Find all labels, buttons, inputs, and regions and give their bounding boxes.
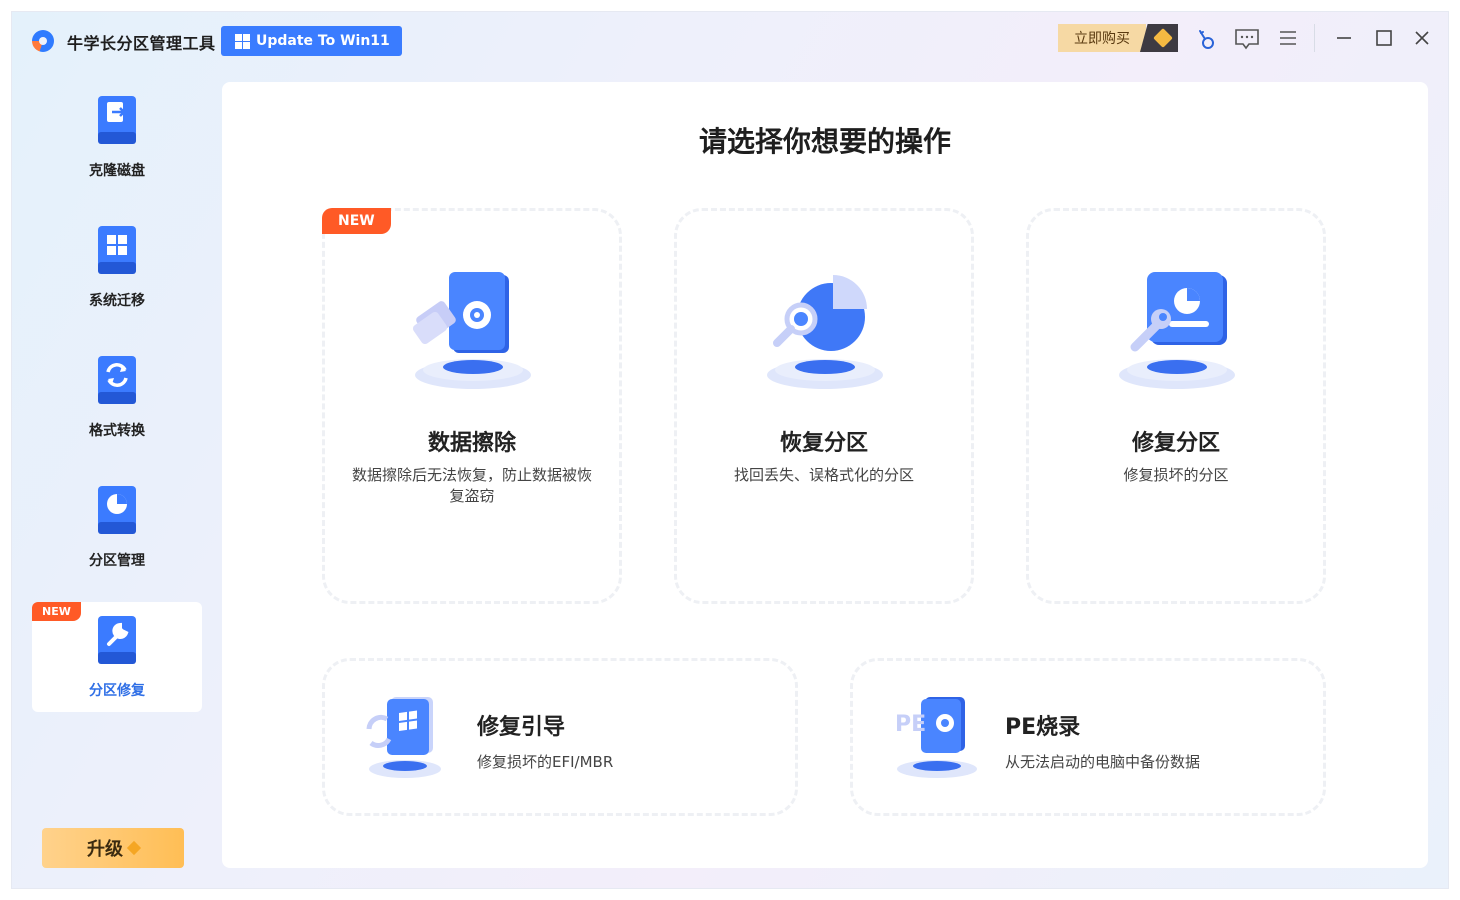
sidebar-item-label: 克隆磁盘 [89, 163, 145, 179]
buy-now-button[interactable]: 立即购买 [1058, 24, 1178, 52]
update-win11-button[interactable]: Update To Win11 [221, 26, 402, 56]
new-badge: NEW [322, 208, 391, 234]
gem-icon [126, 840, 142, 856]
upgrade-label: 升级 [87, 839, 123, 860]
card-title: 修复分区 [1131, 431, 1220, 456]
windows-icon [235, 33, 250, 49]
sidebar-item-label: 分区管理 [89, 553, 145, 569]
sidebar-item-label: 系统迁移 [89, 293, 145, 309]
repair-boot-card[interactable]: 修复引导 修复损坏的EFI/MBR [322, 658, 798, 816]
feedback-icon[interactable] [1234, 28, 1259, 50]
titlebar-divider [1314, 24, 1315, 52]
repair-boot-icon [361, 695, 445, 785]
card-description: 数据擦除后无法恢复，防止数据被恢复盗窃 [351, 466, 592, 505]
card-description: 修复损坏的EFI/MBR [477, 753, 614, 771]
maximize-icon[interactable] [1374, 28, 1398, 50]
system-migrate-icon [98, 226, 136, 276]
card-title: 数据擦除 [427, 431, 516, 456]
sidebar-item-partition-manage[interactable]: 分区管理 [32, 472, 202, 582]
card-description: 修复损坏的分区 [1123, 466, 1229, 484]
data-erase-icon [409, 267, 539, 397]
title-bar: 牛学长分区管理工具 Update To Win11 立即购买 [12, 12, 1448, 70]
svg-text:PE: PE [895, 712, 926, 737]
card-title: PE烧录 [1005, 715, 1081, 740]
clone-disk-icon [98, 96, 136, 146]
upgrade-button[interactable]: 升级 [42, 828, 184, 868]
repair-partition-card[interactable]: 修复分区 修复损坏的分区 [1026, 208, 1326, 604]
repair-partition-icon [1113, 267, 1243, 397]
recover-partition-icon [761, 267, 891, 397]
sidebar-item-label: 分区修复 [89, 683, 145, 699]
sidebar-item-clone-disk[interactable]: 克隆磁盘 [32, 82, 202, 192]
buy-now-label: 立即购买 [1058, 24, 1146, 52]
app-logo-icon [32, 30, 54, 52]
card-title: 恢复分区 [779, 431, 868, 456]
key-icon[interactable] [1194, 28, 1218, 50]
main-panel: 请选择你想要的操作 NEW 数据擦除 数据擦除后无法恢复，防止数据被恢复盗窃 恢… [222, 82, 1428, 868]
pe-burn-card[interactable]: PE PE烧录 从无法启动的电脑中备份数据 [850, 658, 1326, 816]
new-badge: NEW [32, 602, 81, 621]
menu-icon[interactable] [1278, 28, 1302, 50]
data-erase-card[interactable]: NEW 数据擦除 数据擦除后无法恢复，防止数据被恢复盗窃 [322, 208, 622, 604]
page-title: 请选择你想要的操作 [698, 125, 951, 158]
update-win11-label: Update To Win11 [256, 33, 390, 49]
pe-burn-icon: PE [889, 695, 977, 785]
card-title: 修复引导 [477, 715, 566, 740]
sidebar-item-partition-repair[interactable]: NEW 分区修复 [32, 602, 202, 712]
sidebar-item-format-convert[interactable]: 格式转换 [32, 342, 202, 452]
recover-partition-card[interactable]: 恢复分区 找回丢失、误格式化的分区 [674, 208, 974, 604]
format-convert-icon [98, 356, 136, 406]
card-description: 找回丢失、误格式化的分区 [733, 466, 914, 484]
app-window: 牛学长分区管理工具 Update To Win11 立即购买 克隆磁盘 系统迁移… [12, 12, 1448, 888]
partition-manage-icon [98, 486, 136, 536]
partition-repair-icon [98, 616, 136, 666]
sidebar-item-label: 格式转换 [89, 423, 145, 439]
minimize-icon[interactable] [1334, 28, 1358, 50]
card-description: 从无法启动的电脑中备份数据 [1005, 753, 1201, 771]
close-icon[interactable] [1412, 28, 1436, 50]
sidebar-item-system-migrate[interactable]: 系统迁移 [32, 212, 202, 322]
app-title: 牛学长分区管理工具 [67, 34, 216, 53]
